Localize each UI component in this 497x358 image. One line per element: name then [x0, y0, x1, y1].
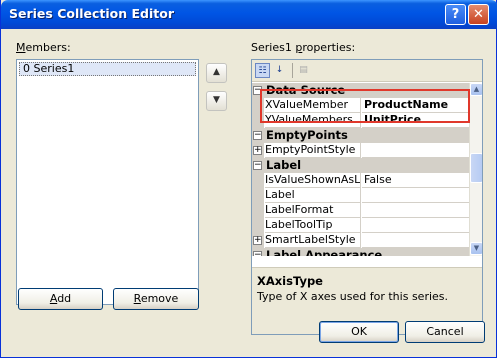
scroll-thumb[interactable] — [470, 153, 482, 183]
property-value[interactable] — [362, 218, 469, 233]
category-label[interactable]: − Label — [252, 158, 469, 173]
properties-label: Series1 properties: — [251, 41, 356, 54]
property-grid-toolbar: ☷ ↓ ▤ — [252, 60, 482, 82]
category-label-appearance[interactable]: − Label Appearance — [252, 248, 469, 256]
property-pages-icon[interactable]: ▤ — [296, 63, 311, 78]
ok-button[interactable]: OK — [319, 321, 399, 343]
expand-icon[interactable]: + — [253, 236, 262, 245]
property-row-label[interactable]: Label — [252, 188, 469, 203]
property-row-isvalueshownaslabel[interactable]: IsValueShownAsLabel False — [252, 173, 469, 188]
toolbar-divider — [292, 63, 293, 78]
help-button[interactable]: ? — [445, 4, 466, 25]
property-name: SmartLabelStyle — [265, 233, 361, 248]
description-text: Type of X axes used for this series. — [257, 290, 449, 303]
list-item[interactable]: 0 Series1 — [19, 62, 196, 76]
move-down-button[interactable]: ▼ — [206, 91, 227, 111]
add-button[interactable]: Add — [18, 288, 103, 310]
dialog-client-area: Members: 0 Series1 ▲ ▼ Add Remove Series… — [1, 29, 496, 357]
property-value[interactable] — [362, 143, 469, 158]
property-name: EmptyPointStyle — [265, 143, 361, 158]
property-row-labeltooltip[interactable]: LabelToolTip — [252, 218, 469, 233]
property-name: IsValueShownAsLabel — [265, 173, 361, 188]
close-button[interactable]: ✕ — [468, 4, 489, 25]
annotation-highlight-box — [260, 89, 470, 123]
property-row-labelformat[interactable]: LabelFormat — [252, 203, 469, 218]
expand-icon[interactable]: + — [253, 146, 262, 155]
collapse-icon[interactable]: − — [253, 161, 262, 170]
cancel-button[interactable]: Cancel — [405, 321, 485, 343]
members-list[interactable]: 0 Series1 — [16, 59, 199, 305]
category-empty-points[interactable]: − EmptyPoints — [252, 128, 469, 143]
property-row-emptypointstyle[interactable]: + EmptyPointStyle — [252, 143, 469, 158]
property-grid-scrollbar[interactable]: ▲ ▼ — [469, 83, 482, 256]
scroll-down-icon[interactable]: ▼ — [470, 242, 482, 255]
dialog-window: Series Collection Editor ? ✕ Members: 0 … — [0, 0, 497, 358]
property-name: Label — [265, 188, 361, 203]
alphabetical-icon[interactable]: ↓ — [272, 63, 287, 78]
property-name: LabelToolTip — [265, 218, 361, 233]
remove-button[interactable]: Remove — [113, 288, 199, 310]
window-title: Series Collection Editor — [9, 6, 175, 21]
collapse-icon[interactable]: − — [253, 251, 262, 256]
title-bar[interactable]: Series Collection Editor ? ✕ — [1, 0, 497, 29]
property-value[interactable] — [362, 203, 469, 218]
property-value[interactable]: False — [362, 173, 469, 188]
scroll-up-icon[interactable]: ▲ — [470, 83, 482, 96]
move-up-button[interactable]: ▲ — [206, 63, 227, 83]
property-value[interactable] — [362, 188, 469, 203]
categorized-icon[interactable]: ☷ — [255, 63, 270, 78]
members-label: Members: — [16, 41, 71, 54]
property-name: LabelFormat — [265, 203, 361, 218]
collapse-icon[interactable]: − — [253, 131, 262, 140]
property-row-smartlabelstyle[interactable]: + SmartLabelStyle — [252, 233, 469, 248]
description-title: XAxisType — [257, 274, 323, 288]
property-value[interactable] — [362, 233, 469, 248]
arrow-down-icon: ▼ — [213, 95, 220, 105]
arrow-up-icon: ▲ — [213, 67, 220, 77]
